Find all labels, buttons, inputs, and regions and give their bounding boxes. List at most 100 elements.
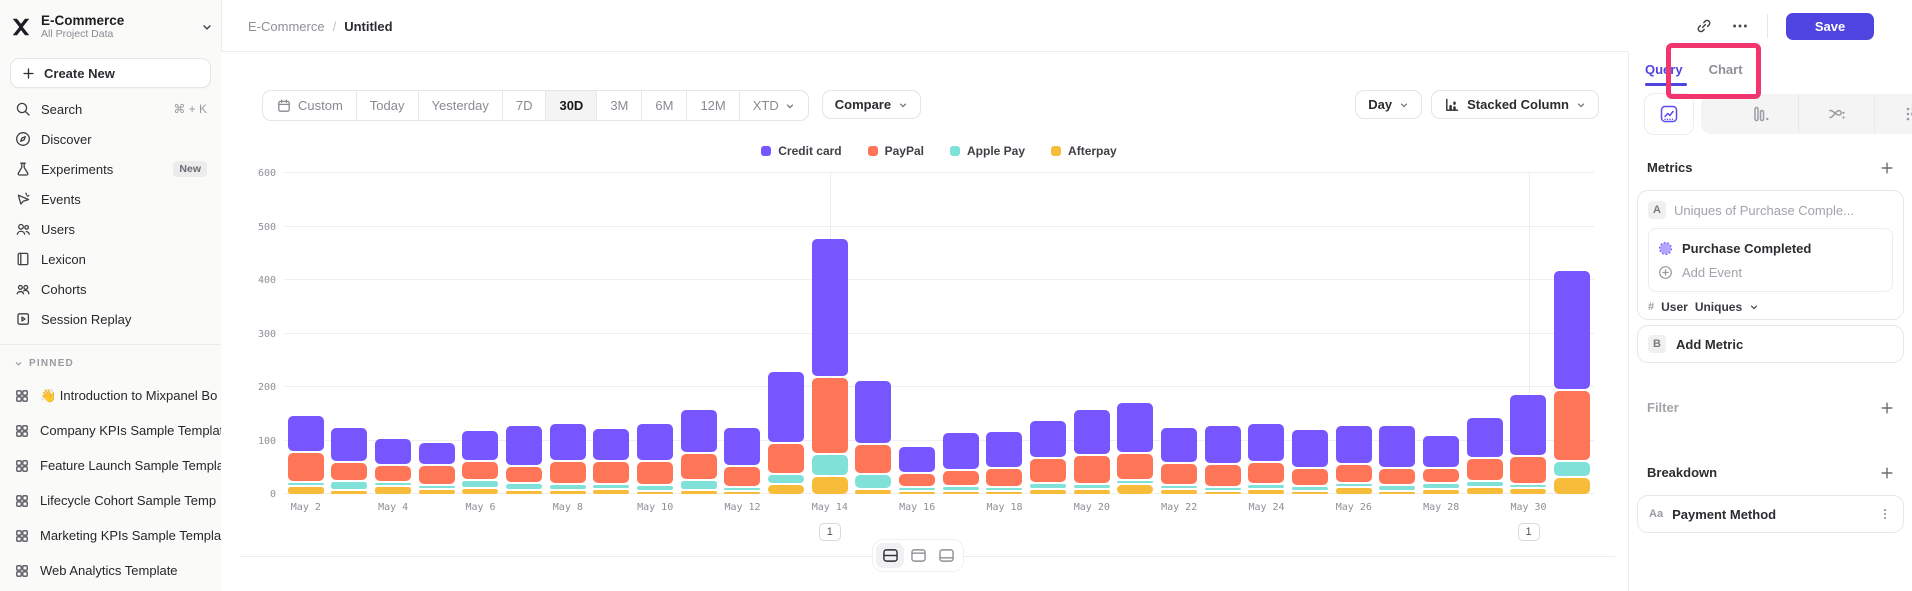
bar-may-11[interactable]: [677, 410, 721, 494]
bar-segment-apple-pay[interactable]: [855, 475, 891, 488]
bar-segment-paypal[interactable]: [550, 462, 586, 483]
bar-segment-paypal[interactable]: [812, 378, 848, 453]
bar-segment-afterpay[interactable]: [812, 477, 848, 494]
bar-segment-credit-card[interactable]: [1161, 428, 1197, 462]
bar-may-26[interactable]: [1332, 426, 1376, 494]
bar-segment-apple-pay[interactable]: [1074, 485, 1110, 487]
metric-a-title-row[interactable]: A Uniques of Purchase Comple...: [1648, 201, 1893, 219]
bar-segment-paypal[interactable]: [768, 444, 804, 473]
bar-segment-credit-card[interactable]: [331, 428, 367, 461]
legend-item-paypal[interactable]: PayPal: [868, 144, 924, 158]
bar-may-4[interactable]: [371, 439, 415, 494]
pinned-section-toggle[interactable]: PINNED: [14, 358, 74, 369]
bar-segment-credit-card[interactable]: [1117, 403, 1153, 452]
bar-may-19[interactable]: [1026, 421, 1070, 494]
bar-segment-apple-pay[interactable]: [812, 455, 848, 475]
date-range-yesterday[interactable]: Yesterday: [419, 91, 503, 120]
bar-segment-credit-card[interactable]: [288, 416, 324, 451]
bar-may-29[interactable]: [1463, 418, 1507, 494]
bar-segment-afterpay[interactable]: [1423, 490, 1459, 494]
bar-segment-apple-pay[interactable]: [1554, 462, 1590, 476]
chart-type-button[interactable]: Stacked Column: [1431, 90, 1599, 119]
bar-segment-paypal[interactable]: [681, 454, 717, 479]
share-link-icon[interactable]: [1695, 17, 1713, 35]
bar-segment-afterpay[interactable]: [855, 490, 891, 494]
tab-chart[interactable]: Chart: [1709, 62, 1743, 77]
bar-may-10[interactable]: [633, 424, 677, 494]
bar-segment-afterpay[interactable]: [1379, 492, 1415, 494]
aggregation-row[interactable]: # User Uniques: [1648, 300, 1893, 314]
bar-segment-afterpay[interactable]: [724, 492, 760, 494]
bar-segment-credit-card[interactable]: [986, 432, 1022, 467]
bar-segment-apple-pay[interactable]: [288, 483, 324, 485]
compare-button[interactable]: Compare: [822, 90, 921, 119]
bar-segment-paypal[interactable]: [1161, 464, 1197, 483]
bar-segment-apple-pay[interactable]: [768, 475, 804, 484]
bar-segment-afterpay[interactable]: [899, 492, 935, 494]
bar-may-25[interactable]: [1288, 430, 1332, 494]
date-range-30d[interactable]: 30D: [546, 91, 597, 120]
bar-segment-afterpay[interactable]: [1292, 492, 1328, 494]
bar-segment-afterpay[interactable]: [1248, 490, 1284, 494]
pinned-board-item[interactable]: Web Analytics Template: [0, 553, 221, 588]
bar-segment-paypal[interactable]: [1379, 469, 1415, 484]
pinned-board-item[interactable]: Feature Launch Sample Templa: [0, 448, 221, 483]
tab-funnels[interactable]: [1723, 94, 1799, 134]
bar-segment-apple-pay[interactable]: [986, 488, 1022, 490]
bar-segment-credit-card[interactable]: [768, 372, 804, 442]
bar-may-2[interactable]: [284, 416, 328, 494]
bar-may-31[interactable]: [1550, 271, 1594, 494]
bar-segment-paypal[interactable]: [724, 467, 760, 486]
bar-may-12[interactable]: [721, 428, 765, 494]
bar-segment-credit-card[interactable]: [1292, 430, 1328, 467]
bar-segment-afterpay[interactable]: [1117, 485, 1153, 494]
bar-segment-apple-pay[interactable]: [375, 483, 411, 485]
bar-may-6[interactable]: [459, 431, 503, 494]
bar-segment-apple-pay[interactable]: [331, 482, 367, 489]
tab-query[interactable]: Query: [1645, 62, 1683, 77]
bar-segment-afterpay[interactable]: [375, 487, 411, 494]
event-row[interactable]: Purchase Completed: [1658, 236, 1883, 260]
tab-retention[interactable]: [1875, 94, 1912, 134]
bar-segment-apple-pay[interactable]: [1336, 484, 1372, 486]
bar-segment-credit-card[interactable]: [506, 426, 542, 464]
bar-segment-afterpay[interactable]: [1336, 488, 1372, 494]
bar-may-16[interactable]: [895, 447, 939, 494]
legend-item-apple-pay[interactable]: Apple Pay: [950, 144, 1025, 158]
bar-segment-afterpay[interactable]: [462, 489, 498, 494]
bar-segment-credit-card[interactable]: [1379, 426, 1415, 467]
bar-segment-apple-pay[interactable]: [1292, 487, 1328, 489]
bar-segment-credit-card[interactable]: [637, 424, 673, 460]
bar-segment-afterpay[interactable]: [1205, 492, 1241, 494]
breadcrumb-report-title[interactable]: Untitled: [344, 19, 392, 34]
bar-segment-credit-card[interactable]: [1423, 436, 1459, 467]
bar-may-23[interactable]: [1201, 426, 1245, 494]
bar-segment-paypal[interactable]: [1554, 391, 1590, 460]
metric-b-add-card[interactable]: B Add Metric: [1637, 325, 1904, 363]
bar-segment-paypal[interactable]: [1030, 459, 1066, 483]
date-range-12m[interactable]: 12M: [687, 91, 739, 120]
bar-segment-paypal[interactable]: [1074, 456, 1110, 483]
bar-may-7[interactable]: [502, 426, 546, 494]
add-breakdown-plus-icon[interactable]: [1880, 466, 1894, 480]
bar-may-22[interactable]: [1157, 428, 1201, 494]
bar-may-18[interactable]: [983, 432, 1027, 494]
layout-option-split-horizontal[interactable]: [876, 543, 904, 568]
bar-may-9[interactable]: [590, 429, 634, 494]
bar-may-3[interactable]: [328, 428, 372, 494]
annotation-badge[interactable]: 1: [819, 523, 841, 541]
bar-may-14[interactable]: [808, 239, 852, 494]
bar-segment-credit-card[interactable]: [1074, 410, 1110, 453]
bar-segment-apple-pay[interactable]: [1205, 488, 1241, 490]
layout-option-panel-top[interactable]: [904, 543, 932, 568]
sidebar-item-cohorts[interactable]: Cohorts: [0, 274, 221, 304]
sidebar-item-discover[interactable]: Discover: [0, 124, 221, 154]
bar-segment-apple-pay[interactable]: [681, 481, 717, 489]
bar-segment-paypal[interactable]: [1336, 465, 1372, 482]
bar-segment-apple-pay[interactable]: [1248, 485, 1284, 487]
bar-segment-credit-card[interactable]: [462, 431, 498, 460]
bar-segment-credit-card[interactable]: [681, 410, 717, 452]
bar-segment-paypal[interactable]: [1292, 469, 1328, 486]
bar-segment-credit-card[interactable]: [1205, 426, 1241, 463]
bar-may-21[interactable]: [1114, 403, 1158, 494]
